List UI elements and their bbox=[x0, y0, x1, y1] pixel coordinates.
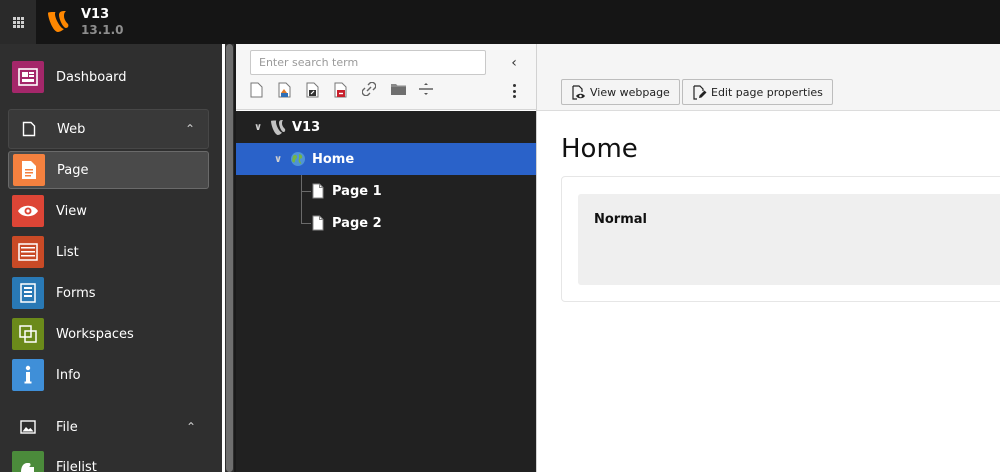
tree-node-root[interactable]: ∨ V13 bbox=[252, 111, 536, 143]
module-label: Info bbox=[56, 367, 81, 383]
tree-node-page-2[interactable]: Page 2 bbox=[312, 207, 536, 239]
image-icon bbox=[12, 411, 44, 443]
tree-options-icon[interactable] bbox=[509, 83, 519, 99]
module-group-label: File bbox=[56, 419, 78, 435]
tree-node-page-1[interactable]: Page 1 bbox=[312, 175, 536, 207]
view-page-icon bbox=[570, 84, 586, 100]
module-forms[interactable]: Forms bbox=[8, 274, 209, 312]
module-group-file[interactable]: File ⌃ bbox=[8, 407, 209, 447]
top-bar: V13 13.1.0 bbox=[0, 0, 1000, 44]
chevron-down-icon[interactable]: ∨ bbox=[252, 122, 264, 133]
site-version: 13.1.0 bbox=[81, 23, 124, 37]
module-label: Page bbox=[57, 162, 89, 178]
module-label: Filelist bbox=[56, 459, 97, 472]
apps-menu-button[interactable] bbox=[0, 0, 36, 44]
page-shortcut-icon[interactable] bbox=[278, 82, 306, 100]
eye-icon bbox=[12, 195, 44, 227]
form-icon bbox=[12, 277, 44, 309]
typo3-root-icon bbox=[271, 119, 286, 135]
dashboard-icon bbox=[12, 61, 44, 93]
grid-9-icon bbox=[12, 16, 24, 28]
edit-page-icon bbox=[691, 84, 707, 100]
page-tree-toolbar: ‹ bbox=[236, 44, 536, 110]
view-webpage-button[interactable]: View webpage bbox=[561, 79, 680, 105]
tree-new-page-types bbox=[250, 82, 446, 100]
page-backend-icon[interactable] bbox=[334, 82, 362, 100]
column-title: Normal bbox=[594, 212, 647, 227]
workspaces-icon bbox=[12, 318, 44, 350]
tree-node-label: V13 bbox=[292, 119, 321, 135]
list-icon bbox=[12, 236, 44, 268]
document-icon bbox=[13, 113, 45, 145]
module-label: View bbox=[56, 203, 87, 219]
collapse-tree-icon[interactable]: ‹ bbox=[504, 53, 524, 73]
module-view[interactable]: View bbox=[8, 192, 209, 230]
tree-node-label: Home bbox=[312, 151, 355, 167]
typo3-logo-icon[interactable] bbox=[47, 10, 69, 34]
chevron-up-icon[interactable]: ⌃ bbox=[181, 420, 201, 434]
module-group-web[interactable]: Web ⌃ bbox=[8, 109, 209, 149]
tree-node-label: Page 1 bbox=[332, 183, 382, 199]
filelist-icon bbox=[12, 451, 44, 472]
chevron-up-icon[interactable]: ⌃ bbox=[180, 122, 200, 136]
module-filelist[interactable]: Filelist bbox=[8, 448, 209, 472]
info-icon bbox=[12, 359, 44, 391]
page-tree: ∨ V13 ∨ Home Page 1 Page 2 bbox=[236, 111, 536, 472]
docheader: View webpage Edit page properties bbox=[537, 44, 1000, 111]
page-icon bbox=[312, 215, 324, 231]
chevron-down-icon[interactable]: ∨ bbox=[272, 154, 284, 165]
tree-node-label: Page 2 bbox=[332, 215, 382, 231]
tree-search-input[interactable] bbox=[250, 50, 486, 75]
module-menu-scrollbar[interactable] bbox=[225, 44, 234, 472]
page-icon bbox=[312, 183, 324, 199]
module-label: Workspaces bbox=[56, 326, 134, 342]
module-dashboard[interactable]: Dashboard bbox=[8, 58, 209, 96]
new-page-icon[interactable] bbox=[250, 82, 278, 100]
folder-icon[interactable] bbox=[390, 82, 418, 100]
module-label: Dashboard bbox=[56, 69, 127, 85]
page-title: Home bbox=[561, 134, 638, 164]
button-label: Edit page properties bbox=[711, 85, 823, 99]
module-group-label: Web bbox=[57, 121, 86, 137]
page-link-icon[interactable] bbox=[306, 82, 334, 100]
module-workspaces[interactable]: Workspaces bbox=[8, 315, 209, 353]
content-column-normal[interactable]: Normal bbox=[578, 194, 1000, 285]
divider-icon[interactable] bbox=[418, 82, 446, 100]
globe-icon bbox=[291, 152, 305, 166]
tree-node-home[interactable]: ∨ Home bbox=[236, 143, 536, 175]
page-module-icon bbox=[13, 154, 45, 186]
module-list[interactable]: List bbox=[8, 233, 209, 271]
module-info[interactable]: Info bbox=[8, 356, 209, 394]
module-label: List bbox=[56, 244, 79, 260]
module-page[interactable]: Page bbox=[8, 151, 209, 189]
button-label: View webpage bbox=[590, 85, 670, 99]
module-menu: Dashboard Web ⌃ Page View List Forms Wor… bbox=[0, 44, 222, 472]
edit-page-properties-button[interactable]: Edit page properties bbox=[682, 79, 833, 105]
site-name: V13 bbox=[81, 7, 110, 22]
external-link-icon[interactable] bbox=[362, 82, 390, 100]
module-label: Forms bbox=[56, 285, 96, 301]
